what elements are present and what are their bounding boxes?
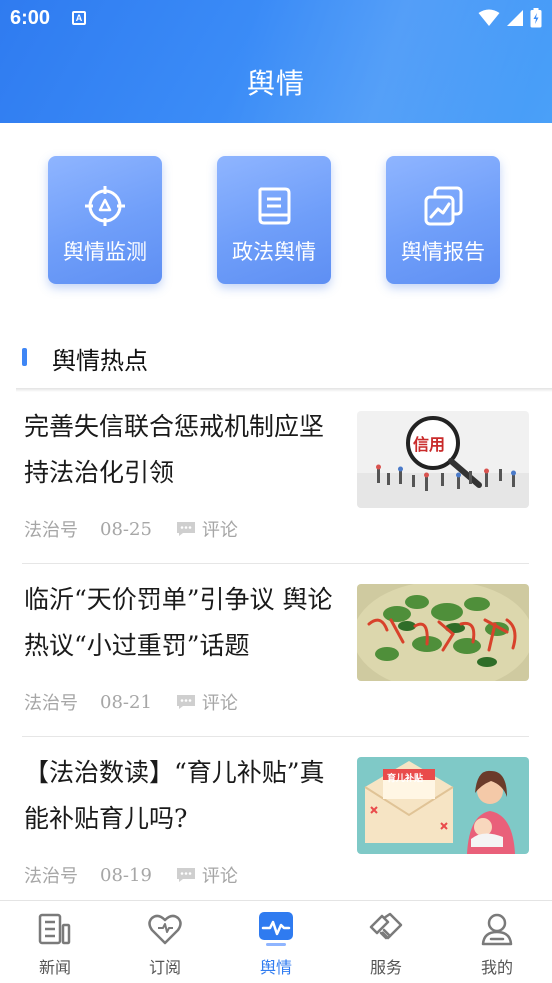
news-thumbnail[interactable]: 信用 (357, 411, 529, 508)
battery-icon (530, 8, 542, 28)
tile-monitoring[interactable]: 舆情监测 (48, 156, 162, 284)
comment-icon (176, 522, 195, 536)
tile-legal-opinion[interactable]: 政法舆情 (217, 156, 331, 284)
section-accent-bar (22, 348, 27, 366)
wifi-icon (478, 9, 500, 26)
status-time: 6:00 (10, 7, 51, 29)
thumb-stamp-text: 信用 (413, 435, 446, 454)
news-title[interactable]: 完善失信联合惩戒机制应坚持法治化引领 (24, 404, 346, 496)
nav-label: 我的 (480, 958, 513, 977)
news-date: 08-19 (100, 864, 152, 886)
news-item[interactable]: 完善失信联合惩戒机制应坚持法治化引领 法治号 08-25 评论 信用 (0, 392, 552, 564)
nav-item-news[interactable]: 新闻 (0, 901, 110, 983)
pulse-icon (259, 912, 293, 946)
handshake-icon (369, 912, 403, 940)
status-icons (478, 8, 542, 28)
news-item[interactable]: 临沂“天价罚单”引争议 舆论热议“小过重罚”话题 法治号 08-21 评论 (0, 565, 552, 737)
childcare-subsidy-image (357, 757, 529, 854)
news-divider (22, 736, 529, 737)
comment-label[interactable]: 评论 (202, 689, 238, 715)
comment-label[interactable]: 评论 (202, 516, 238, 542)
news-thumbnail[interactable] (357, 584, 529, 681)
notification-icon: A (72, 11, 86, 25)
tile-report[interactable]: 舆情报告 (386, 156, 500, 284)
credit-magnifier-image (357, 411, 529, 508)
news-source: 法治号 (24, 520, 78, 541)
tile-label: 政法舆情 (232, 240, 316, 264)
page-title: 舆情 (246, 67, 305, 100)
document-icon (258, 187, 291, 225)
news-meta: 法治号 08-19 评论 (24, 862, 238, 888)
thumb-stamp-text: 育儿补贴 (387, 774, 424, 784)
nav-label: 订阅 (148, 958, 181, 977)
section-title: 舆情热点 (52, 347, 148, 375)
news-icon (38, 913, 71, 945)
comment-icon (176, 868, 195, 882)
target-icon (85, 186, 125, 226)
news-source: 法治号 (24, 866, 78, 887)
signal-icon (507, 10, 523, 26)
tile-label: 舆情监测 (63, 240, 147, 264)
news-title[interactable]: 临沂“天价罚单”引争议 舆论热议“小过重罚”话题 (24, 577, 346, 669)
herb-calligraphy-image (357, 584, 529, 681)
tile-label: 舆情报告 (401, 240, 485, 264)
status-bar: 6:00 A (0, 0, 552, 38)
nav-item-service[interactable]: 服务 (331, 901, 441, 983)
nav-label: 服务 (369, 958, 402, 977)
nav-item-opinion[interactable]: 舆情 (221, 901, 331, 983)
nav-label: 新闻 (38, 958, 71, 977)
news-meta: 法治号 08-25 评论 (24, 516, 238, 542)
news-date: 08-25 (100, 518, 152, 540)
news-item[interactable]: 【法治数读】“育儿补贴”真能补贴育儿吗? 法治号 08-19 评论 育儿补贴 (0, 738, 552, 910)
quick-tiles: 舆情监测 政法舆情 舆情报告 (0, 156, 552, 286)
news-thumbnail[interactable]: 育儿补贴 (357, 757, 529, 854)
user-icon (481, 913, 513, 946)
news-title[interactable]: 【法治数读】“育儿补贴”真能补贴育儿吗? (24, 750, 346, 842)
news-divider (22, 563, 529, 564)
bottom-nav: 新闻 订阅 舆情 服务 我的 (0, 900, 552, 983)
app-header: 6:00 A 舆情 (0, 0, 552, 123)
nav-label: 舆情 (259, 958, 292, 977)
comment-icon (176, 695, 195, 709)
news-source: 法治号 (24, 693, 78, 714)
nav-item-subscribe[interactable]: 订阅 (110, 901, 220, 983)
comment-label[interactable]: 评论 (202, 862, 238, 888)
news-date: 08-21 (100, 691, 152, 713)
heart-icon (148, 914, 182, 945)
nav-item-me[interactable]: 我的 (442, 901, 552, 983)
news-meta: 法治号 08-21 评论 (24, 689, 238, 715)
section-header: 舆情热点 (0, 336, 552, 376)
report-chart-icon (424, 186, 463, 226)
